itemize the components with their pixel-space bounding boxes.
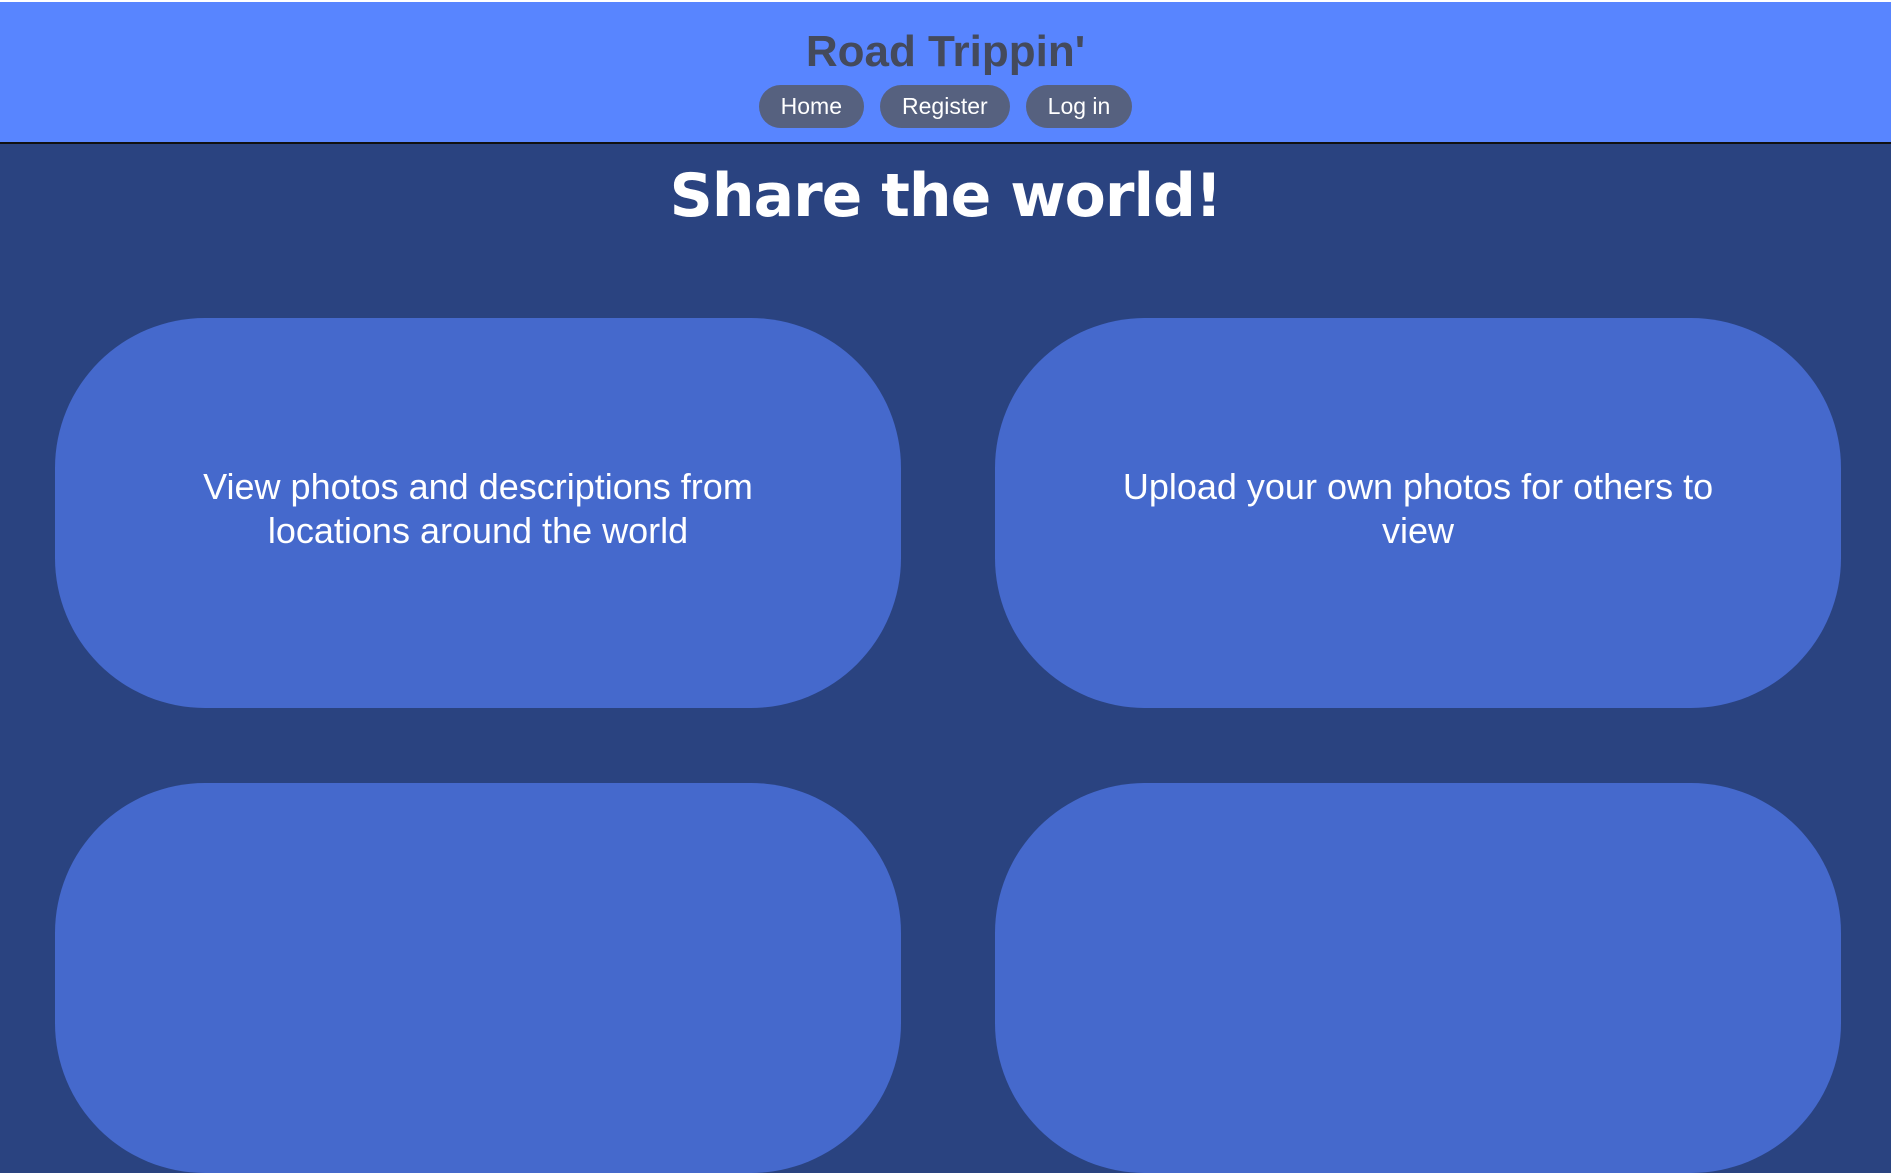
feature-card-text: View photos and descriptions from locati… (203, 466, 753, 551)
feature-card-view-photos: View photos and descriptions from locati… (55, 318, 901, 708)
nav-home-button[interactable]: Home (758, 85, 865, 128)
nav-login-button[interactable]: Log in (1025, 85, 1133, 128)
feature-card (55, 783, 901, 1173)
feature-card-upload-photos: Upload your own photos for others to vie… (995, 318, 1841, 708)
main-nav: Home Register Log in (0, 85, 1891, 128)
site-header: Road Trippin' Home Register Log in (0, 2, 1891, 144)
hero-heading: Share the world! (669, 161, 1223, 231)
feature-card (995, 783, 1841, 1173)
site-title: Road Trippin' (805, 27, 1086, 76)
feature-card-text: Upload your own photos for others to vie… (1122, 466, 1714, 551)
nav-register-button[interactable]: Register (880, 85, 1010, 128)
